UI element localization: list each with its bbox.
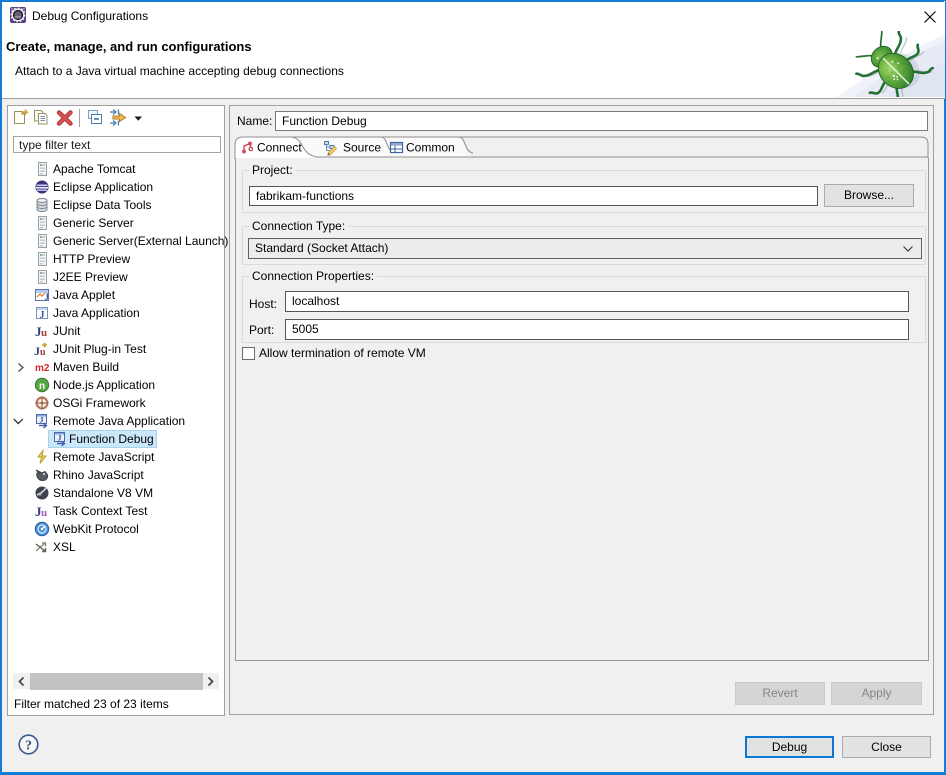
svg-text:u: u — [41, 327, 47, 339]
svg-text:J: J — [58, 434, 62, 443]
svg-text:J: J — [45, 292, 50, 302]
svg-text:n: n — [39, 381, 45, 392]
svg-text:Connect: Connect — [257, 141, 302, 155]
svg-text:u: u — [40, 347, 46, 357]
svg-text:J: J — [40, 416, 44, 425]
svg-text:u: u — [41, 507, 47, 519]
svg-text:Source: Source — [343, 141, 381, 155]
svg-text:Common: Common — [406, 141, 455, 155]
svg-text:m2: m2 — [35, 363, 50, 374]
svg-text:J: J — [40, 310, 45, 321]
svg-text:?: ? — [25, 739, 32, 754]
